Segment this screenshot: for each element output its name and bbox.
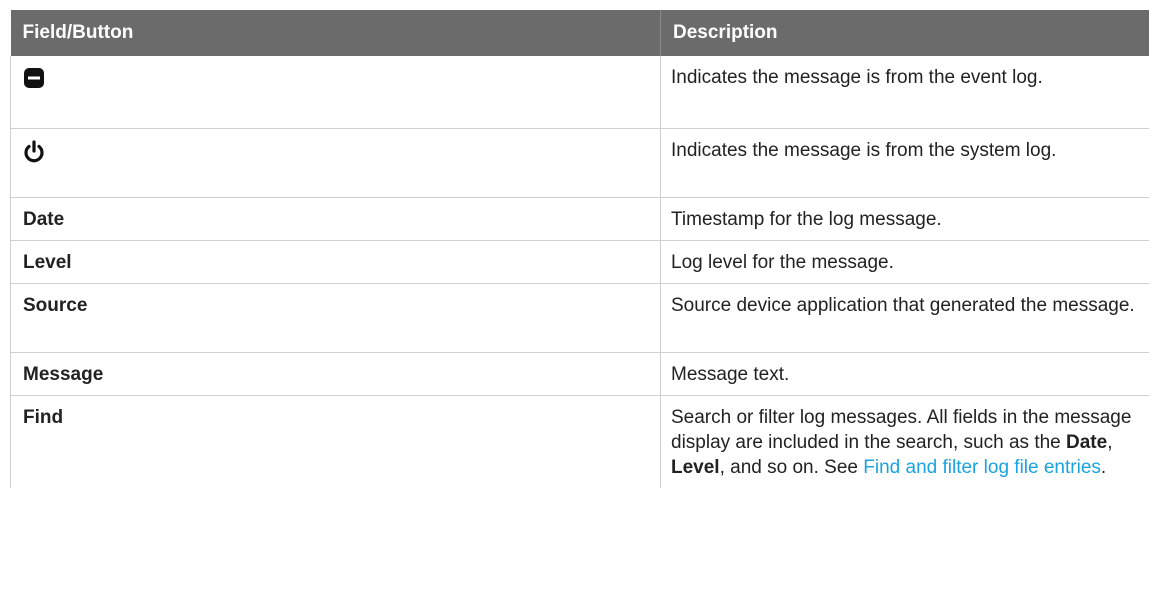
description-text: Search or filter log messages. All field…: [671, 406, 1132, 453]
table-row: Message Message text.: [10, 352, 1149, 396]
table-row: Date Timestamp for the log message.: [10, 197, 1149, 241]
field-cell: [10, 128, 661, 198]
power-icon: [23, 139, 650, 164]
level-bold-term: Level: [671, 456, 720, 478]
description-cell: Timestamp for the log message.: [660, 197, 1149, 241]
table-header-row: Field/Button Description: [10, 10, 1149, 56]
description-cell: Message text.: [660, 352, 1149, 396]
field-description-table: Field/Button Description Indicates the m…: [10, 10, 1149, 488]
description-cell: Indicates the message is from the system…: [660, 128, 1149, 198]
field-cell: Date: [10, 197, 661, 241]
table-row: Find Search or filter log messages. All …: [10, 395, 1149, 488]
header-field-button: Field/Button: [10, 10, 661, 56]
table-row: Indicates the message is from the event …: [10, 56, 1149, 129]
table-row: Source Source device application that ge…: [10, 283, 1149, 353]
find-filter-link[interactable]: Find and filter log file entries: [863, 457, 1101, 478]
date-bold-term: Date: [1066, 431, 1108, 453]
field-cell: Source: [10, 283, 661, 353]
header-description: Description: [660, 10, 1149, 56]
table-row: Level Log level for the message.: [10, 240, 1149, 284]
field-cell: [10, 56, 661, 129]
table-row: Indicates the message is from the system…: [10, 128, 1149, 198]
description-cell: Indicates the message is from the event …: [660, 56, 1149, 129]
event-log-icon: [23, 67, 650, 89]
description-cell: Source device application that generated…: [660, 283, 1149, 353]
field-cell: Message: [10, 352, 661, 396]
description-cell: Log level for the message.: [660, 240, 1149, 284]
field-cell: Find: [10, 395, 661, 488]
description-text: , and so on. See: [719, 456, 864, 478]
description-text: ,: [1107, 431, 1113, 453]
description-text: .: [1100, 456, 1107, 478]
field-cell: Level: [10, 240, 661, 284]
description-cell: Search or filter log messages. All field…: [660, 395, 1149, 488]
